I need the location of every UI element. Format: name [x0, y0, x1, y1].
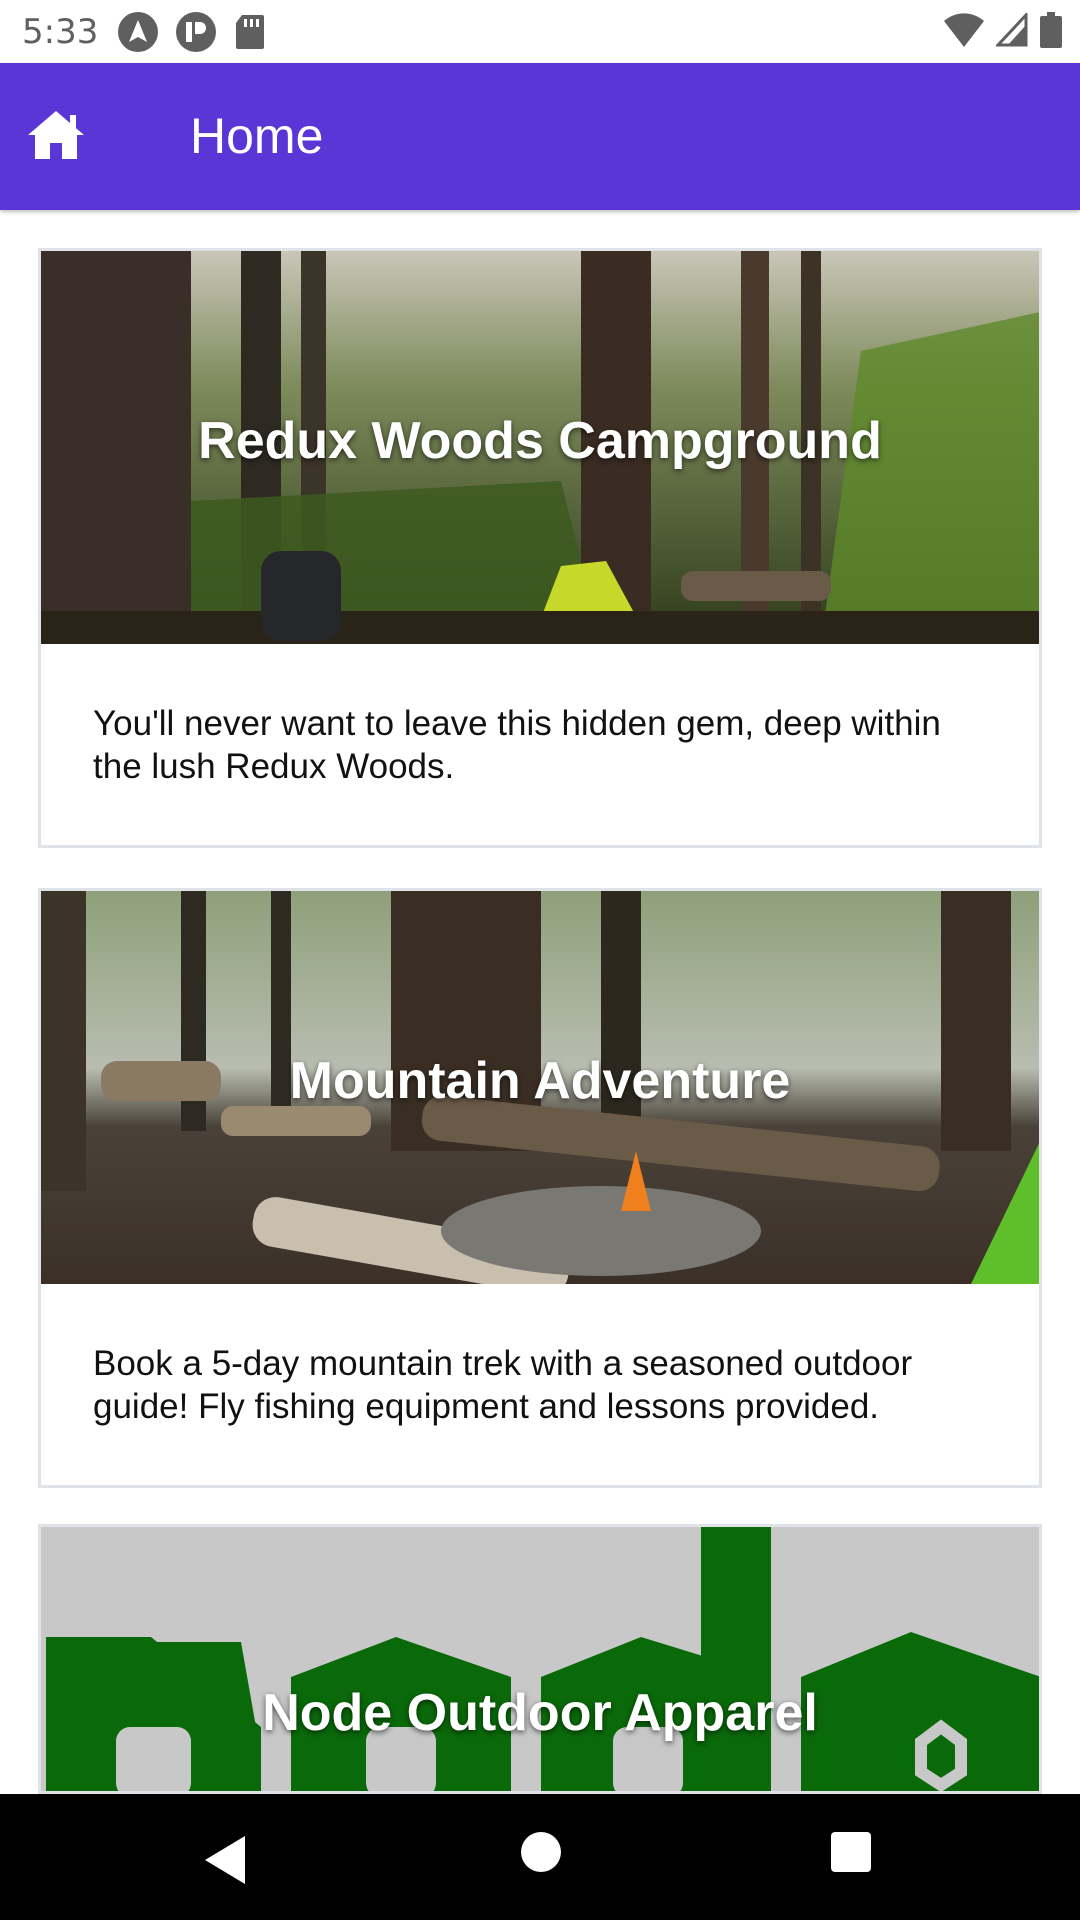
home-circle-icon[interactable]	[521, 1832, 561, 1872]
home-icon[interactable]	[26, 109, 86, 161]
app-bar: Home	[0, 63, 1080, 210]
battery-icon	[1040, 12, 1062, 48]
card-redux-woods[interactable]: Redux Woods Campground You'll never want…	[38, 248, 1042, 848]
navigation-icon	[118, 12, 158, 52]
signal-icon	[996, 13, 1028, 47]
sd-card-icon	[236, 15, 264, 49]
card-image: Node Outdoor Apparel	[41, 1527, 1039, 1791]
back-icon[interactable]	[205, 1836, 245, 1884]
status-bar: 5:33	[0, 0, 1080, 63]
recents-icon[interactable]	[831, 1832, 871, 1872]
page-title: Home	[190, 108, 324, 164]
wifi-icon	[944, 13, 984, 47]
card-title: Mountain Adventure	[289, 1052, 791, 1110]
p-badge-icon	[176, 12, 216, 52]
card-image: Redux Woods Campground	[41, 251, 1039, 644]
card-description: You'll never want to leave this hidden g…	[93, 704, 941, 786]
system-nav-bar	[0, 1794, 1080, 1920]
card-mountain-adventure[interactable]: Mountain Adventure Book a 5-day mountain…	[38, 888, 1042, 1488]
card-title: Node Outdoor Apparel	[262, 1684, 818, 1742]
card-node-outdoor-apparel[interactable]: Node Outdoor Apparel	[38, 1524, 1042, 1794]
card-title: Redux Woods Campground	[198, 412, 882, 470]
card-image: Mountain Adventure	[41, 891, 1039, 1284]
card-description: Book a 5-day mountain trek with a season…	[93, 1344, 913, 1426]
status-time: 5:33	[22, 12, 99, 52]
